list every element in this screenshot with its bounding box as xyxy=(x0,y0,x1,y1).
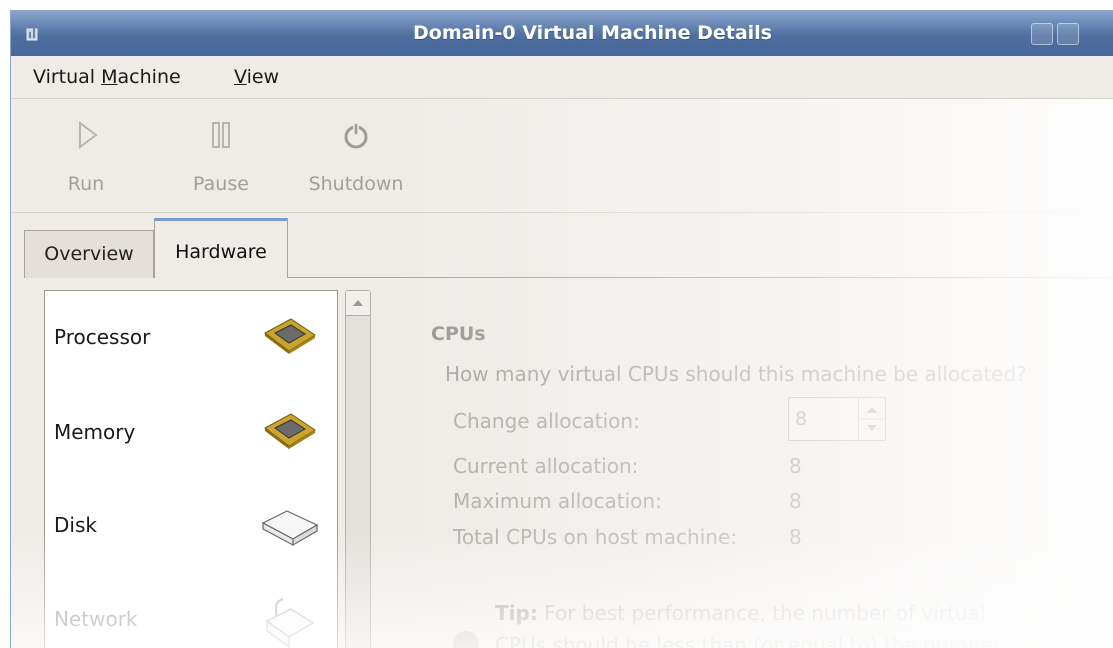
device-list-scrollbar[interactable] xyxy=(345,290,371,648)
pause-label: Pause xyxy=(193,173,249,195)
tip-text-line2: CPUs should be less than (or equal to) t… xyxy=(495,633,1002,648)
memory-chip-icon xyxy=(264,413,316,449)
device-label-processor: Processor xyxy=(54,325,151,349)
device-label-network: Network xyxy=(54,607,138,631)
menu-virtual-machine-label: Virtual Machine xyxy=(33,66,181,88)
play-icon xyxy=(79,121,98,149)
minimize-button[interactable] xyxy=(1031,23,1053,45)
cpus-section-title: CPUs xyxy=(431,323,486,345)
menu-bar: Virtual Machine View xyxy=(11,56,1113,99)
tab-overview-label: Overview xyxy=(44,243,134,265)
device-item-memory[interactable]: Memory xyxy=(45,386,337,478)
current-allocation-value: 8 xyxy=(789,454,802,478)
tip-body: For best performance, the number of virt… xyxy=(537,601,986,625)
run-label: Run xyxy=(67,173,105,195)
vm-details-window: Domain-0 Virtual Machine Details Virtual… xyxy=(10,10,1113,648)
menu-virtual-machine[interactable]: Virtual Machine xyxy=(29,64,185,90)
tab-hardware[interactable]: Hardware xyxy=(154,218,288,278)
processor-chip-icon xyxy=(264,318,316,354)
power-icon xyxy=(344,122,368,149)
current-allocation-label: Current allocation: xyxy=(453,454,639,478)
device-label-disk: Disk xyxy=(54,513,97,537)
change-allocation-label: Change allocation: xyxy=(453,409,640,433)
tip-label: Tip: xyxy=(495,601,538,625)
scroll-up-button[interactable] xyxy=(346,291,370,316)
maximum-allocation-value: 8 xyxy=(789,489,802,513)
tab-overview[interactable]: Overview xyxy=(24,230,154,278)
device-item-processor[interactable]: Processor xyxy=(45,291,337,383)
device-label-memory: Memory xyxy=(54,420,136,444)
menu-view-label: View xyxy=(234,66,280,88)
pause-icon xyxy=(212,122,230,148)
shutdown-button[interactable]: Shutdown xyxy=(296,117,416,195)
spinner-arrows-icon xyxy=(859,407,885,431)
network-cable-icon xyxy=(265,598,315,648)
run-button[interactable]: Run xyxy=(26,117,146,195)
menu-view[interactable]: View xyxy=(230,64,283,90)
shutdown-label: Shutdown xyxy=(308,173,404,195)
total-cpus-value: 8 xyxy=(789,525,802,549)
device-item-disk[interactable]: Disk xyxy=(45,479,337,571)
cpu-allocation-value: 8 xyxy=(795,408,808,430)
device-list: Processor Memory Disk Network xyxy=(44,290,338,648)
pause-button[interactable]: Pause xyxy=(161,117,281,195)
maximum-allocation-label: Maximum allocation: xyxy=(453,489,662,513)
spinner-buttons[interactable] xyxy=(858,398,885,440)
scroll-up-arrow-icon xyxy=(353,300,363,306)
window-title: Domain-0 Virtual Machine Details xyxy=(413,22,772,44)
total-cpus-label: Total CPUs on host machine: xyxy=(453,525,737,549)
tip-text: Tip: For best performance, the number of… xyxy=(495,601,985,625)
maximize-button[interactable] xyxy=(1057,23,1079,45)
disk-drive-icon xyxy=(261,510,319,547)
title-bar[interactable]: Domain-0 Virtual Machine Details xyxy=(11,11,1113,56)
tab-hardware-label: Hardware xyxy=(175,241,267,263)
device-item-network[interactable]: Network xyxy=(45,573,337,648)
toolbar: Run Pause Shutdown xyxy=(11,99,1113,213)
cpu-allocation-spinner[interactable]: 8 xyxy=(788,397,886,441)
cpus-question: How many virtual CPUs should this machin… xyxy=(445,362,1027,386)
